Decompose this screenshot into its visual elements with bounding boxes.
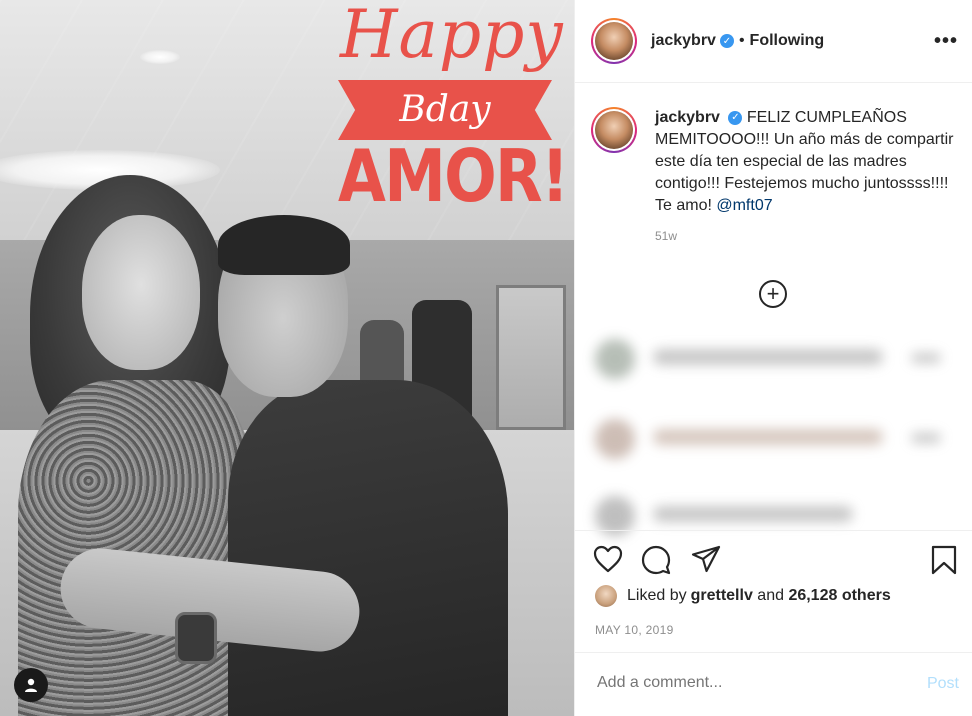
user-tag-icon — [25, 678, 37, 692]
likes-prefix: Liked by — [627, 587, 687, 604]
caption-username[interactable]: jackybrv — [655, 109, 720, 126]
more-options-button[interactable]: ••• — [934, 30, 958, 53]
photo-watch — [175, 612, 217, 664]
liker-username[interactable]: grettellv — [691, 587, 753, 605]
save-button[interactable] — [931, 545, 957, 580]
post-side-panel: jackybrv ✓ • Following ••• jackybrv ✓ FE… — [574, 0, 972, 716]
blurred-comment — [591, 492, 961, 536]
verified-icon: ✓ — [719, 34, 734, 48]
caption-mention-link[interactable]: @mft07 — [716, 197, 772, 214]
action-bar — [575, 530, 972, 588]
comment-input[interactable] — [595, 673, 895, 693]
avatar-image — [595, 22, 633, 60]
plus-circle-icon: + — [766, 281, 780, 306]
comment-line — [653, 349, 883, 365]
likes-summary: Liked by grettellv and 26,128 others — [595, 585, 891, 607]
avatar-frame — [593, 109, 635, 151]
comment-line — [653, 506, 853, 522]
post-date[interactable]: MAY 10, 2019 — [595, 623, 674, 637]
header-meta: jackybrv ✓ • Following — [651, 32, 824, 50]
overlay-text-bday: Bday — [399, 89, 491, 130]
comment-avatar — [595, 339, 635, 379]
like-button[interactable] — [593, 545, 623, 578]
avatar-image — [595, 111, 633, 149]
photo-woman-dress — [18, 380, 253, 716]
share-button[interactable] — [691, 545, 721, 578]
avatar-frame — [593, 20, 635, 62]
verified-icon: ✓ — [728, 110, 743, 125]
share-icon — [691, 545, 721, 573]
caption-age[interactable]: 51w — [655, 229, 972, 243]
caption-avatar[interactable] — [591, 107, 637, 153]
author-username[interactable]: jackybrv — [651, 32, 716, 50]
more-icon: ••• — [933, 30, 958, 52]
comment-button[interactable] — [641, 545, 671, 580]
user-tag-button[interactable] — [14, 668, 48, 702]
likes-count[interactable]: 26,128 others — [788, 587, 890, 605]
likes-middle: and — [752, 587, 789, 604]
comment-line — [911, 433, 941, 443]
caption: jackybrv ✓ FELIZ CUMPLEAÑOS MEMITOOOO!!!… — [575, 83, 972, 217]
blurred-comment — [591, 415, 961, 465]
following-button[interactable]: Following — [750, 32, 825, 50]
liker-avatar[interactable] — [595, 585, 617, 607]
photo-man-hair — [218, 215, 350, 275]
photo-woman-face — [82, 215, 200, 370]
load-more-comments-button[interactable]: + — [759, 280, 787, 308]
heart-icon — [593, 545, 623, 573]
photo-man-body — [228, 380, 508, 716]
overlay-text-amor: AMOR! — [338, 134, 569, 218]
post-header: jackybrv ✓ • Following ••• — [575, 0, 972, 83]
post-comment-button[interactable]: Post — [927, 675, 959, 693]
blurred-comment — [591, 335, 961, 385]
post-photo[interactable]: Happy Bday AMOR! — [0, 0, 574, 716]
comment-bar: Post — [575, 652, 972, 716]
overlay-text-happy: Happy — [340, 0, 564, 73]
comment-line — [653, 429, 883, 445]
caption-text: jackybrv ✓ FELIZ CUMPLEAÑOS MEMITOOOO!!!… — [655, 107, 955, 217]
post-container: Happy Bday AMOR! jackybrv ✓ • Following — [0, 0, 972, 716]
header-separator: • — [738, 32, 745, 49]
bookmark-icon — [931, 545, 957, 575]
photo-light — [140, 50, 180, 64]
comment-line — [911, 353, 941, 363]
author-avatar[interactable] — [591, 18, 637, 64]
comment-icon — [641, 545, 671, 575]
comment-avatar — [595, 419, 635, 459]
photo-door — [496, 285, 566, 430]
